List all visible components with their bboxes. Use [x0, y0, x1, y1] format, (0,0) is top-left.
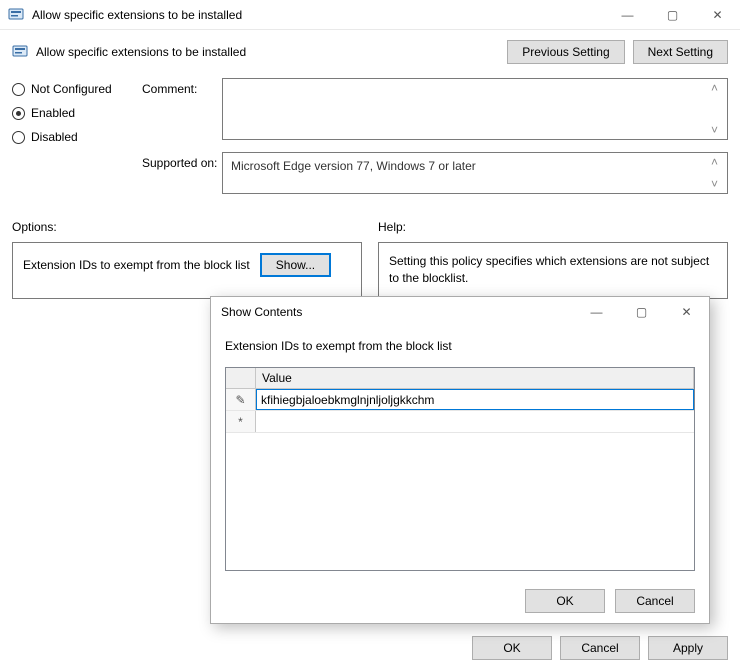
policy-icon [8, 7, 24, 23]
cancel-button[interactable]: Cancel [560, 636, 640, 660]
chevron-down-icon: ˅ [711, 177, 725, 191]
supported-label: Supported on: [142, 152, 222, 194]
help-text: Setting this policy specifies which exte… [389, 254, 709, 285]
comment-textarea[interactable]: ˄ ˅ [222, 78, 728, 140]
dialog-close-button[interactable]: ✕ [664, 297, 709, 327]
minimize-button[interactable]: — [605, 0, 650, 29]
header-row: Allow specific extensions to be installe… [12, 40, 728, 64]
next-setting-button[interactable]: Next Setting [633, 40, 728, 64]
options-label: Options: [12, 220, 362, 234]
state-radio-group: Not Configured Enabled Disabled [12, 78, 122, 206]
dialog-title: Show Contents [221, 305, 302, 319]
show-button[interactable]: Show... [260, 253, 331, 277]
comment-label: Comment: [142, 78, 222, 140]
titlebar: Allow specific extensions to be installe… [0, 0, 740, 30]
window-title: Allow specific extensions to be installe… [32, 8, 242, 22]
radio-icon [12, 131, 25, 144]
footer-buttons: OK Cancel Apply [472, 636, 728, 660]
close-button[interactable]: ✕ [695, 0, 740, 29]
dialog-caption: Extension IDs to exempt from the block l… [225, 339, 695, 353]
dialog-buttons: OK Cancel [211, 579, 709, 623]
dialog-minimize-button[interactable]: — [574, 297, 619, 327]
radio-label: Disabled [31, 130, 78, 144]
dialog-maximize-button[interactable]: ▢ [619, 297, 664, 327]
options-panel: Extension IDs to exempt from the block l… [12, 242, 362, 299]
supported-on-field: Microsoft Edge version 77, Windows 7 or … [222, 152, 728, 194]
options-line-text: Extension IDs to exempt from the block l… [23, 258, 250, 272]
dialog-ok-button[interactable]: OK [525, 589, 605, 613]
radio-not-configured[interactable]: Not Configured [12, 82, 122, 96]
chevron-up-icon: ˄ [711, 81, 725, 95]
value-cell-empty[interactable] [256, 411, 694, 432]
maximize-button[interactable]: ▢ [650, 0, 695, 29]
radio-icon [12, 83, 25, 96]
scrollbar[interactable]: ˄ ˅ [711, 155, 725, 191]
supported-on-value: Microsoft Edge version 77, Windows 7 or … [231, 159, 476, 173]
show-contents-dialog: Show Contents — ▢ ✕ Extension IDs to exe… [210, 296, 710, 624]
policy-icon [12, 44, 28, 60]
radio-disabled[interactable]: Disabled [12, 130, 122, 144]
dialog-titlebar: Show Contents — ▢ ✕ [211, 297, 709, 327]
row-header-blank [226, 368, 256, 388]
radio-label: Not Configured [31, 82, 112, 96]
dialog-cancel-button[interactable]: Cancel [615, 589, 695, 613]
policy-title: Allow specific extensions to be installe… [36, 45, 246, 59]
window-controls: — ▢ ✕ [605, 0, 740, 29]
radio-enabled[interactable]: Enabled [12, 106, 122, 120]
ok-button[interactable]: OK [472, 636, 552, 660]
help-panel: Setting this policy specifies which exte… [378, 242, 728, 299]
value-cell-input[interactable] [256, 389, 694, 410]
grid-row[interactable]: * [226, 411, 694, 433]
grid-row[interactable]: ✎ [226, 389, 694, 411]
column-header-value: Value [256, 368, 694, 388]
previous-setting-button[interactable]: Previous Setting [507, 40, 624, 64]
chevron-down-icon: ˅ [711, 123, 725, 137]
radio-icon [12, 107, 25, 120]
grid-header: Value [226, 368, 694, 389]
row-marker-new-icon: * [226, 411, 256, 432]
apply-button[interactable]: Apply [648, 636, 728, 660]
radio-label: Enabled [31, 106, 75, 120]
help-label: Help: [378, 220, 728, 234]
chevron-up-icon: ˄ [711, 155, 725, 169]
row-marker-edit-icon: ✎ [226, 389, 256, 410]
scrollbar[interactable]: ˄ ˅ [711, 81, 725, 137]
value-grid[interactable]: Value ✎ * [225, 367, 695, 571]
